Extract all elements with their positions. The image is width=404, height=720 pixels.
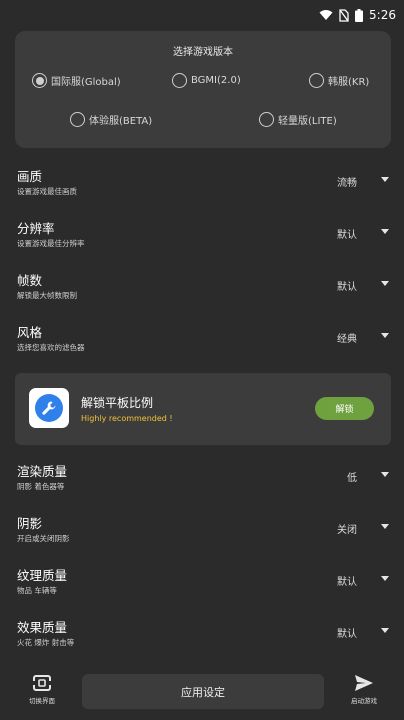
launch-game-label: 启动游戏 xyxy=(351,697,377,705)
radio-unchecked-icon xyxy=(70,112,85,127)
app-icon xyxy=(29,388,69,428)
setting-title: 效果质量 xyxy=(17,620,68,635)
launch-game-button[interactable]: 启动游戏 xyxy=(334,674,394,705)
setting-value[interactable]: 默认 xyxy=(337,573,357,588)
setting-subtitle: 设置游戏最佳分辨率 xyxy=(17,239,85,248)
setting-row-shadow[interactable]: 阴影 开启或关闭阴影 关闭 xyxy=(15,513,391,553)
bottom-bar: 切换界面 应用设定 启动游戏 xyxy=(0,666,404,720)
setting-value[interactable]: 默认 xyxy=(337,226,357,241)
setting-row-resolution[interactable]: 分辨率 设置游戏最佳分辨率 默认 xyxy=(15,218,391,258)
setting-title: 风格 xyxy=(17,325,43,340)
radio-bgmi[interactable]: BGMI(2.0) xyxy=(172,73,241,88)
switch-screen-button[interactable]: 切换界面 xyxy=(12,674,72,705)
wifi-icon xyxy=(319,10,333,20)
setting-value[interactable]: 关闭 xyxy=(337,521,357,536)
battery-icon xyxy=(355,8,364,22)
unlock-title: 解锁平板比例 xyxy=(81,396,154,410)
radio-label: 轻量版(LITE) xyxy=(278,116,337,127)
setting-value[interactable]: 默认 xyxy=(337,625,357,640)
setting-value[interactable]: 低 xyxy=(347,469,357,484)
dropdown-arrow-icon[interactable] xyxy=(381,177,389,182)
send-icon xyxy=(355,675,373,691)
setting-subtitle: 火花 爆炸 射击等 xyxy=(17,638,75,647)
switch-screen-label: 切换界面 xyxy=(29,697,55,705)
setting-value[interactable]: 默认 xyxy=(337,278,357,293)
setting-subtitle: 阴影 着色器等 xyxy=(17,482,65,491)
dropdown-arrow-icon[interactable] xyxy=(381,281,389,286)
dropdown-arrow-icon[interactable] xyxy=(381,472,389,477)
radio-checked-icon xyxy=(32,73,47,88)
radio-label: 韩服(KR) xyxy=(328,77,370,88)
unlock-button[interactable]: 解锁 xyxy=(315,397,374,420)
clock: 5:26 xyxy=(369,8,396,22)
setting-subtitle: 解锁最大帧数限制 xyxy=(17,291,77,300)
radio-label: BGMI(2.0) xyxy=(191,75,241,86)
setting-row-texture[interactable]: 纹理质量 物品 车辆等 默认 xyxy=(15,565,391,605)
setting-subtitle: 开启或关闭阴影 xyxy=(17,534,70,543)
radio-label: 国际服(Global) xyxy=(51,77,121,88)
version-card: 选择游戏版本 国际服(Global) BGMI(2.0) 韩服(KR) 体验服(… xyxy=(15,31,391,148)
radio-unchecked-icon xyxy=(259,112,274,127)
radio-unchecked-icon xyxy=(309,73,324,88)
radio-kr[interactable]: 韩服(KR) xyxy=(309,73,369,88)
setting-title: 分辨率 xyxy=(17,221,55,236)
setting-title: 画质 xyxy=(17,169,43,184)
setting-value[interactable]: 流畅 xyxy=(337,174,357,189)
dropdown-arrow-icon[interactable] xyxy=(381,576,389,581)
setting-title: 帧数 xyxy=(17,273,43,288)
radio-unchecked-icon xyxy=(172,73,187,88)
dropdown-arrow-icon[interactable] xyxy=(381,628,389,633)
status-bar: 5:26 xyxy=(0,0,404,30)
version-title: 选择游戏版本 xyxy=(173,47,233,58)
radio-label: 体验服(BETA) xyxy=(89,116,153,127)
setting-subtitle: 设置游戏最佳画质 xyxy=(17,187,77,196)
setting-subtitle: 选择您喜欢的滤色器 xyxy=(17,343,85,352)
setting-value[interactable]: 经典 xyxy=(337,330,357,345)
setting-title: 渲染质量 xyxy=(17,464,68,479)
setting-row-style[interactable]: 风格 选择您喜欢的滤色器 经典 xyxy=(15,322,391,362)
setting-subtitle: 物品 车辆等 xyxy=(17,586,57,595)
dropdown-arrow-icon[interactable] xyxy=(381,524,389,529)
apply-settings-button[interactable]: 应用设定 xyxy=(82,674,324,709)
radio-global[interactable]: 国际服(Global) xyxy=(32,73,121,88)
setting-row-effects[interactable]: 效果质量 火花 爆炸 射击等 默认 xyxy=(15,617,391,657)
unlock-card: 解锁平板比例 Highly recommended ! 解锁 xyxy=(15,373,391,445)
wrench-icon xyxy=(42,401,56,415)
dropdown-arrow-icon[interactable] xyxy=(381,229,389,234)
setting-row-quality[interactable]: 画质 设置游戏最佳画质 流畅 xyxy=(15,166,391,206)
setting-title: 纹理质量 xyxy=(17,568,68,583)
unlock-subtitle: Highly recommended ! xyxy=(81,414,173,423)
radio-beta[interactable]: 体验服(BETA) xyxy=(70,112,152,127)
setting-row-fps[interactable]: 帧数 解锁最大帧数限制 默认 xyxy=(15,270,391,310)
radio-lite[interactable]: 轻量版(LITE) xyxy=(259,112,337,127)
setting-row-render-quality[interactable]: 渲染质量 阴影 着色器等 低 xyxy=(15,461,391,501)
setting-title: 阴影 xyxy=(17,516,43,531)
no-sim-icon xyxy=(339,8,349,22)
dropdown-arrow-icon[interactable] xyxy=(381,333,389,338)
switch-screen-icon xyxy=(32,675,52,691)
